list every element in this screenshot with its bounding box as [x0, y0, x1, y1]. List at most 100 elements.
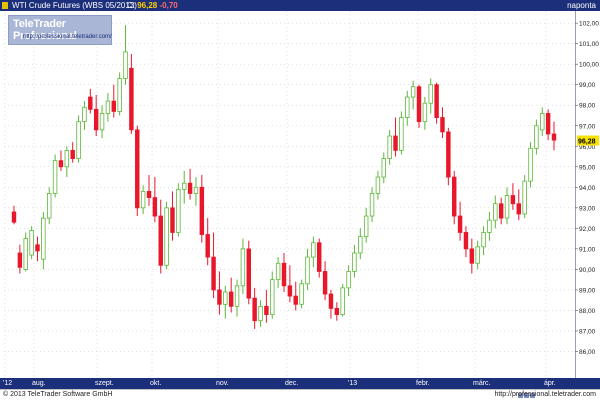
- candle-down: [205, 234, 210, 258]
- candle-up: [29, 230, 34, 256]
- candle-down: [498, 203, 504, 219]
- candle-down: [111, 100, 117, 112]
- footer-url[interactable]: http://professional.teletrader.com: [494, 390, 596, 400]
- candle-up: [299, 283, 304, 305]
- candle-up: [493, 203, 498, 221]
- candle-down: [469, 248, 475, 264]
- candle-up: [223, 291, 228, 305]
- y-tick-label: 95,00: [579, 164, 596, 171]
- candle-down: [70, 149, 75, 159]
- candle-down: [516, 203, 522, 215]
- candle-down: [334, 307, 340, 315]
- candle-down: [457, 215, 463, 233]
- candle-up: [64, 149, 70, 168]
- candle-up: [346, 271, 351, 289]
- candle-down: [228, 291, 234, 307]
- candle-down: [510, 195, 516, 205]
- candle-down: [264, 305, 269, 315]
- candle-up: [240, 248, 246, 287]
- candle-down: [17, 252, 23, 268]
- candle-up: [352, 252, 357, 272]
- x-tick-label: ápr.: [544, 380, 556, 387]
- candle-up: [340, 287, 345, 315]
- candle-down: [199, 186, 205, 235]
- candle-down: [451, 176, 457, 217]
- y-tick-label: 89,00: [579, 287, 596, 294]
- change-value: -0,70: [159, 1, 178, 10]
- candle-up: [528, 147, 533, 182]
- candle-up: [405, 96, 410, 118]
- candle-up: [164, 207, 169, 266]
- y-tick-label: 87,00: [579, 328, 596, 335]
- candle-down: [187, 182, 193, 194]
- candle-up: [487, 219, 492, 233]
- candle-down: [211, 256, 216, 291]
- x-tick-label: szept.: [95, 380, 114, 387]
- candle-down: [246, 248, 252, 299]
- y-tick-label: 100,00: [579, 62, 599, 69]
- candle-down: [287, 285, 293, 297]
- candle-down: [293, 295, 298, 305]
- candle-down: [58, 160, 64, 168]
- candle-down: [93, 108, 99, 131]
- x-tick-label: '13: [348, 380, 358, 387]
- status-indicator-icon: [2, 2, 8, 9]
- candle-up: [358, 236, 363, 254]
- candle-up: [117, 78, 122, 112]
- y-tick-label: 94,00: [579, 185, 596, 192]
- candle-down: [328, 293, 334, 309]
- x-tick-label: márc.: [473, 380, 491, 387]
- candle-down: [322, 271, 328, 295]
- candle-up: [428, 84, 433, 104]
- y-tick-label: 97,00: [579, 123, 596, 130]
- candlestick-chart[interactable]: 86,00 87,00 88,00 89,00 90,00 91,00 92,00 93,00…: [0, 11, 600, 389]
- candle-up: [311, 242, 316, 258]
- candle-down: [463, 232, 469, 250]
- candle-down: [545, 113, 551, 135]
- candle-up: [399, 117, 404, 151]
- candle-up: [270, 279, 275, 315]
- y-tick-label: 102,00: [579, 21, 599, 28]
- candle-up: [381, 158, 387, 178]
- footer: © 2013 TeleTrader Software GmbH http://p…: [0, 389, 600, 400]
- y-tick-label: 92,00: [579, 226, 596, 233]
- y-tick-label: 93,00: [579, 205, 596, 212]
- candle-up: [422, 102, 428, 123]
- candle-up: [82, 106, 87, 123]
- candle-up: [46, 193, 52, 219]
- close-value: 96,28: [137, 1, 158, 10]
- candle-up: [76, 121, 81, 159]
- candle-down: [393, 135, 398, 151]
- x-tick-label: dec.: [285, 380, 299, 387]
- logo-url: http://professional.teletrader.com/: [23, 34, 112, 40]
- candle-up: [387, 135, 392, 159]
- candle-up: [410, 86, 416, 98]
- y-tick-label: 88,00: [579, 308, 596, 315]
- candle-up: [41, 217, 46, 260]
- y-tick-label: 90,00: [579, 267, 596, 274]
- candle-up: [475, 246, 480, 264]
- candle-down: [11, 211, 17, 223]
- candle-up: [363, 215, 369, 237]
- candle-down: [88, 96, 93, 110]
- candle-up: [540, 113, 545, 131]
- x-tick-label: '12: [3, 380, 13, 387]
- candle-up: [369, 193, 375, 217]
- close-price-readout: C: 96,28 -0,70: [127, 0, 178, 11]
- candle-up: [534, 125, 539, 149]
- copyright-text: © 2013 TeleTrader Software GmbH: [3, 391, 113, 398]
- y-tick-label: 99,00: [579, 82, 596, 89]
- candle-down: [252, 297, 257, 322]
- candle-down: [316, 242, 322, 272]
- instrument-name: WTI Crude Futures (WBS 05/2013): [12, 1, 137, 10]
- y-tick-label: 86,00: [579, 349, 596, 356]
- candle-down: [129, 67, 134, 131]
- candle-down: [416, 86, 422, 123]
- y-tick-label: 98,00: [579, 103, 596, 110]
- candle-up: [176, 188, 181, 233]
- close-label: C:: [127, 1, 135, 10]
- candle-up: [234, 285, 240, 307]
- candle-up: [140, 191, 146, 209]
- period-selector[interactable]: naponta: [567, 0, 596, 11]
- teletrader-logo: TeleTrader Professional http://professio…: [8, 15, 112, 45]
